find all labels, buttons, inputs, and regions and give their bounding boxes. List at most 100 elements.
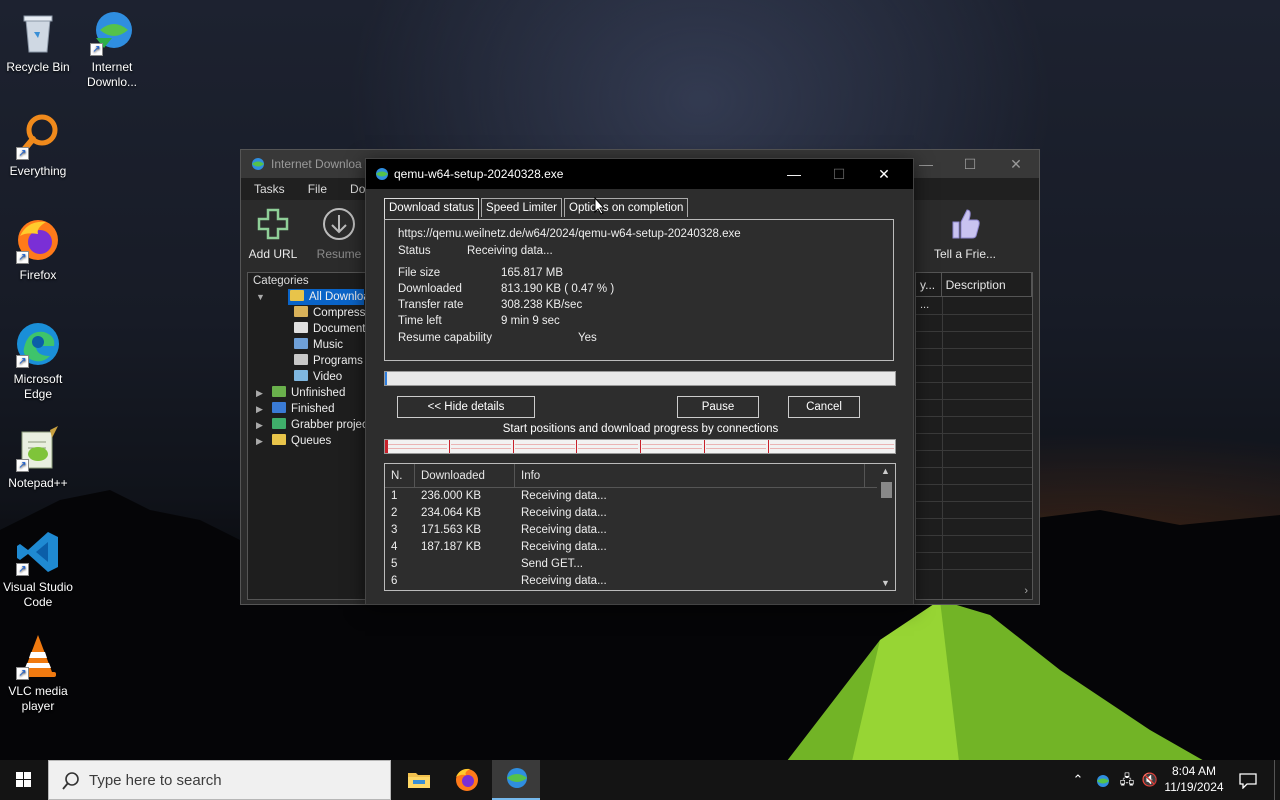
download-list-panel[interactable]: y... Description ... › [915, 272, 1033, 600]
category-item[interactable]: Music [248, 337, 368, 353]
idm-main-maximize-button[interactable]: ☐ [947, 150, 993, 178]
desktop-icon-label: Internet Downlo... [86, 60, 138, 89]
desktop-icon-idm[interactable]: ↗ Internet Downlo... [74, 8, 150, 90]
scrollbar-thumb[interactable] [881, 482, 892, 498]
tree-expand-right-icon[interactable]: ▶ [256, 417, 263, 433]
column-header-number[interactable]: N. [385, 464, 415, 487]
dialog-minimize-button[interactable]: — [771, 159, 817, 189]
category-item[interactable]: ▶ Unfinished [248, 385, 368, 401]
volume-muted-icon[interactable]: 🔇 [1140, 760, 1160, 800]
download-dialog[interactable]: qemu-w64-setup-20240328.exe — ☐ ✕ Downlo… [365, 158, 914, 605]
connection-row[interactable]: 4 187.187 KB Receiving data... [385, 539, 895, 556]
connection-number: 3 [391, 524, 398, 536]
tree-expand-right-icon[interactable]: ▶ [256, 401, 263, 417]
desktop-icon-vscode[interactable]: ↗ Visual Studio Code [0, 528, 76, 610]
notifications-icon[interactable] [1236, 760, 1260, 800]
idm-main-title: Internet Downloa [271, 157, 362, 171]
connections-scrollbar[interactable]: ▲ ▼ [877, 464, 895, 590]
connections-table[interactable]: N. Downloaded Info 1 236.000 KB Receiving … [384, 463, 896, 591]
desktop-icon-recycle-bin[interactable]: Recycle Bin [0, 8, 76, 75]
category-item[interactable]: Programs [248, 353, 368, 369]
taskbar-search-box[interactable]: Type here to search [48, 760, 391, 800]
connection-downloaded [415, 573, 515, 590]
desktop-icon-edge[interactable]: ↗ Microsoft Edge [0, 320, 76, 402]
connection-downloaded: 187.187 KB [421, 541, 482, 553]
pause-button[interactable]: Pause [677, 396, 759, 418]
scroll-up-icon[interactable]: ▲ [881, 466, 890, 476]
start-button[interactable] [0, 760, 48, 800]
column-header-downloaded[interactable]: Downloaded [415, 464, 515, 487]
connection-info: Receiving data... [521, 575, 607, 587]
connection-info: Send GET... [521, 558, 584, 570]
tree-expand-right-icon[interactable]: ▶ [256, 385, 263, 401]
dialog-close-button[interactable]: ✕ [861, 159, 907, 189]
list-grid-line [916, 501, 1032, 502]
connection-info: Receiving data... [521, 507, 607, 519]
idm-icon: ↗ [88, 8, 136, 56]
tab-download-status[interactable]: Download status [384, 198, 480, 219]
tree-expand-right-icon[interactable]: ▶ [256, 433, 263, 449]
cancel-button[interactable]: Cancel [788, 396, 860, 418]
connection-row[interactable]: 1 236.000 KB Receiving data... [385, 488, 895, 505]
connections-table-body: 1 236.000 KB Receiving data... 2 234.064 KB R… [385, 488, 895, 590]
taskbar-firefox[interactable] [444, 760, 490, 800]
show-desktop-button[interactable] [1274, 760, 1280, 800]
connections-progress-bar [384, 439, 896, 454]
folder-icon [272, 434, 286, 445]
connection-row[interactable]: 2 234.064 KB Receiving data... [385, 505, 895, 522]
categories-panel[interactable]: Categories ▼ All Downloads Compressed Docum… [247, 272, 369, 600]
tree-expand-down-icon[interactable]: ▼ [256, 289, 265, 305]
category-item[interactable]: Documents [248, 321, 368, 337]
idm-main-close-button[interactable]: ✕ [993, 150, 1039, 178]
connection-segment [706, 444, 766, 449]
connection-start-marker [513, 440, 514, 453]
desktop-icon-vlc[interactable]: ↗ VLC media player [0, 632, 76, 714]
connection-info: Receiving data... [521, 524, 607, 536]
column-header-info[interactable]: Info [515, 464, 865, 487]
time-left-label: Time left [398, 315, 442, 327]
folder-icon [294, 370, 308, 381]
connection-number: 2 [391, 507, 398, 519]
connection-row[interactable]: 3 171.563 KB Receiving data... [385, 522, 895, 539]
scroll-down-icon[interactable]: ▼ [881, 578, 890, 588]
desktop-icon-notepadpp[interactable]: ↗ Notepad++ [0, 424, 76, 491]
taskbar-idm[interactable] [492, 760, 540, 800]
show-hidden-icons-button[interactable]: ⌃ [1068, 760, 1088, 800]
hide-details-button[interactable]: << Hide details [397, 396, 535, 418]
category-item[interactable]: Compressed [248, 305, 368, 321]
category-item[interactable]: ▶ Grabber projects [248, 417, 368, 433]
windows-logo-icon [16, 772, 31, 787]
category-item[interactable]: ▶ Finished [248, 401, 368, 417]
horizontal-scroll-right-icon[interactable]: › [1024, 585, 1028, 597]
category-item[interactable]: ▼ All Downloads [256, 289, 368, 305]
category-item[interactable]: Video [248, 369, 368, 385]
connection-row[interactable]: 6 Receiving data... [385, 573, 895, 590]
dialog-title: qemu-w64-setup-20240328.exe [394, 167, 564, 181]
desktop-icon-firefox[interactable]: ↗ Firefox [0, 216, 76, 283]
desktop-icon-everything[interactable]: ↗ Everything [0, 112, 76, 179]
column-header-description[interactable]: Description [942, 273, 1032, 296]
tray-idm-icon[interactable] [1092, 760, 1112, 800]
connection-row[interactable]: 5 Send GET... [385, 556, 895, 573]
resume-button[interactable]: Resume [307, 206, 371, 261]
column-header-truncated[interactable]: y... [916, 273, 942, 296]
menu-file[interactable]: File [295, 182, 337, 196]
dialog-maximize-button[interactable]: ☐ [816, 159, 862, 189]
add-url-button[interactable]: Add URL [241, 206, 305, 261]
dialog-titlebar[interactable]: qemu-w64-setup-20240328.exe — ☐ ✕ [366, 159, 913, 189]
category-item[interactable]: ▶ Queues [248, 433, 368, 449]
connection-segment [578, 444, 638, 449]
network-icon[interactable]: 🖧 [1116, 760, 1138, 800]
connection-downloaded: 234.064 KB [421, 507, 482, 519]
everything-search-icon: ↗ [14, 112, 62, 160]
list-grid-line [916, 518, 1032, 519]
category-tree: ▼ All Downloads Compressed Documents Music Pr… [248, 289, 368, 449]
tab-options-on-completion[interactable]: Options on completion [564, 198, 689, 217]
tell-a-friend-button[interactable]: Tell a Frie... [931, 206, 999, 261]
folder-icon [290, 290, 304, 301]
taskbar-clock[interactable]: 8:04 AM 11/19/2024 [1160, 763, 1228, 795]
taskbar-file-explorer[interactable] [396, 760, 442, 800]
tab-speed-limiter[interactable]: Speed Limiter [481, 198, 562, 217]
menu-tasks[interactable]: Tasks [241, 182, 295, 196]
connection-number: 6 [391, 575, 398, 587]
